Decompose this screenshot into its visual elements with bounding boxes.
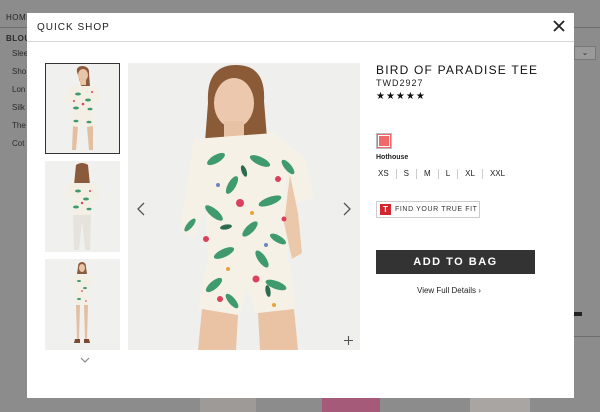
size-option[interactable]: XL xyxy=(457,169,482,179)
true-fit-button[interactable]: T FIND YOUR TRUE FIT xyxy=(376,201,480,218)
background-sort-select: ⌄ xyxy=(574,46,596,60)
thumbnail-full-length[interactable] xyxy=(45,259,120,350)
background-product-thumb xyxy=(200,398,256,412)
size-selector: XS S M L XL XXL xyxy=(376,169,512,179)
size-option[interactable]: L xyxy=(437,169,457,179)
background-divider xyxy=(574,336,600,337)
plus-icon[interactable] xyxy=(343,333,354,345)
size-option[interactable]: M xyxy=(416,169,438,179)
product-name: BIRD OF PARADISE TEE xyxy=(376,63,539,77)
chevron-right-icon[interactable] xyxy=(342,201,352,217)
product-photo xyxy=(128,63,360,350)
modal-title: QUICK SHOP xyxy=(37,22,110,33)
background-product-thumb xyxy=(322,398,380,412)
thumbnail-back[interactable] xyxy=(45,161,120,252)
thumbnail-list xyxy=(45,63,120,350)
main-product-image xyxy=(128,63,360,350)
size-option[interactable]: S xyxy=(395,169,416,179)
background-product-thumb xyxy=(470,398,530,412)
product-sku: TWD2927 xyxy=(376,78,424,88)
size-option[interactable]: XS xyxy=(376,169,396,179)
chevron-down-icon[interactable] xyxy=(79,351,91,363)
thumbnail-front[interactable] xyxy=(45,63,120,154)
background-marker xyxy=(574,312,582,316)
close-icon[interactable] xyxy=(552,19,566,33)
add-to-bag-button[interactable]: ADD TO BAG xyxy=(376,250,535,274)
size-option[interactable]: XXL xyxy=(481,169,512,179)
modal-header: QUICK SHOP xyxy=(27,13,574,42)
true-fit-label: FIND YOUR TRUE FIT xyxy=(395,206,478,213)
true-fit-icon: T xyxy=(380,204,391,215)
color-name: Hothouse xyxy=(376,154,409,161)
view-full-details-link[interactable]: View Full Details › xyxy=(417,286,481,295)
chevron-left-icon[interactable] xyxy=(136,201,146,217)
star-rating[interactable]: ★★★★★ xyxy=(376,91,566,102)
color-swatch[interactable] xyxy=(376,133,392,149)
quick-shop-modal: QUICK SHOP BIRD OF PARADISE TEE TWD2927 … xyxy=(27,13,574,398)
product-details: BIRD OF PARADISE TEE TWD2927 ★★★★★ Hotho… xyxy=(376,63,566,295)
